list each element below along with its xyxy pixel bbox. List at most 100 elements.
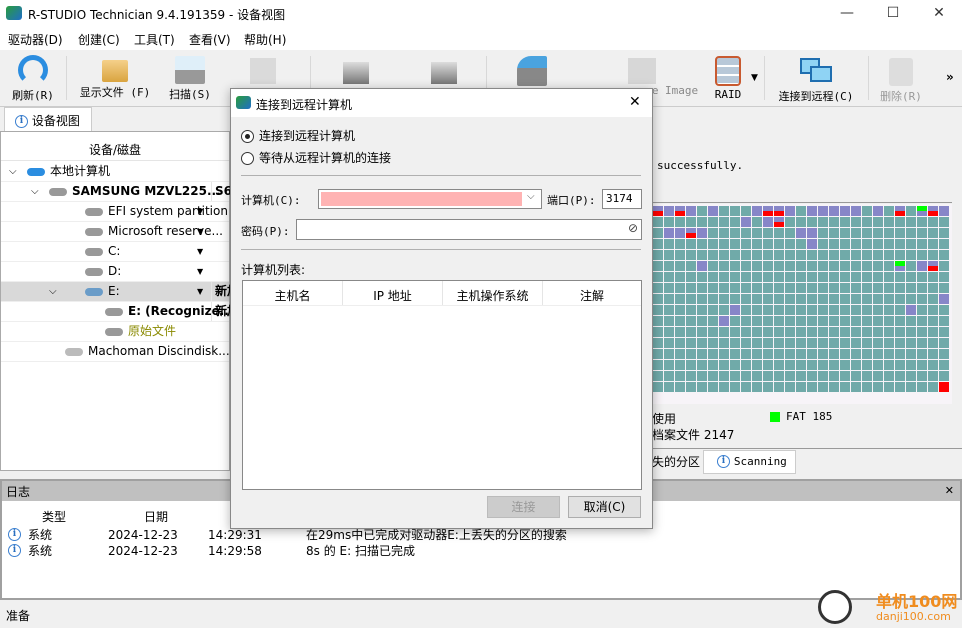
disk-map-cell[interactable]: [774, 305, 784, 315]
disk-map-cell[interactable]: [719, 316, 729, 326]
disk-map-cell[interactable]: [653, 294, 663, 304]
disk-map-cell[interactable]: [752, 305, 762, 315]
disk-map-cell[interactable]: [895, 206, 905, 216]
disk-map-cell[interactable]: [873, 349, 883, 359]
menu-view[interactable]: 查看(V): [189, 31, 231, 48]
disk-map-cell[interactable]: [906, 360, 916, 370]
chevron-down-icon[interactable]: ⌵: [527, 191, 535, 202]
disk-map-cell[interactable]: [939, 338, 949, 348]
disk-map-cell[interactable]: [928, 327, 938, 337]
disk-map-cell[interactable]: [862, 349, 872, 359]
disk-map-cell[interactable]: [697, 206, 707, 216]
disk-map-cell[interactable]: [653, 228, 663, 238]
disk-map-cell[interactable]: [675, 261, 685, 271]
log-col-date[interactable]: 日期: [144, 508, 168, 525]
disk-map-cell[interactable]: [895, 294, 905, 304]
disk-map-cell[interactable]: [653, 382, 663, 392]
disk-map-cell[interactable]: [840, 217, 850, 227]
disk-map-cell[interactable]: [884, 272, 894, 282]
disk-map-cell[interactable]: [906, 349, 916, 359]
chevron-down-icon[interactable]: ⌵: [9, 162, 17, 181]
disk-map-cell[interactable]: [774, 338, 784, 348]
disk-map-cell[interactable]: [763, 316, 773, 326]
disk-map-cell[interactable]: [851, 338, 861, 348]
disk-map-cell[interactable]: [884, 228, 894, 238]
disk-map-cell[interactable]: [873, 239, 883, 249]
scan-button[interactable]: 扫描(S): [165, 52, 215, 106]
disk-map-cell[interactable]: [785, 360, 795, 370]
disk-map-cell[interactable]: [917, 316, 927, 326]
disk-map-cell[interactable]: [818, 206, 828, 216]
disk-map-cell[interactable]: [928, 261, 938, 271]
column-ip[interactable]: IP 地址: [343, 281, 443, 305]
disk-map-cell[interactable]: [785, 206, 795, 216]
disk-map-cell[interactable]: [675, 305, 685, 315]
disk-map-cell[interactable]: [862, 305, 872, 315]
disk-map-cell[interactable]: [840, 349, 850, 359]
tree-item[interactable]: ⌵ SAMSUNG MZVL225... S6: [1, 182, 231, 202]
disk-map-cell[interactable]: [862, 272, 872, 282]
disk-map-cell[interactable]: [928, 305, 938, 315]
disk-map-cell[interactable]: [763, 327, 773, 337]
disk-map-cell[interactable]: [807, 338, 817, 348]
disk-map-cell[interactable]: [917, 239, 927, 249]
dropdown-arrow-icon[interactable]: ▼: [197, 222, 203, 241]
disk-map-cell[interactable]: [741, 261, 751, 271]
disk-map-cell[interactable]: [675, 382, 685, 392]
disk-map-cell[interactable]: [895, 250, 905, 260]
disk-map-cell[interactable]: [675, 349, 685, 359]
disk-map-cell[interactable]: [774, 316, 784, 326]
tree-item[interactable]: Machoman Discindisk...: [1, 342, 230, 362]
disk-map-cell[interactable]: [653, 283, 663, 293]
disk-map-cell[interactable]: [763, 338, 773, 348]
disk-map-cell[interactable]: [774, 371, 784, 381]
disk-map-cell[interactable]: [851, 294, 861, 304]
disk-map-cell[interactable]: [906, 305, 916, 315]
disk-map-cell[interactable]: [906, 217, 916, 227]
disk-map-cell[interactable]: [939, 371, 949, 381]
disk-map-cell[interactable]: [763, 349, 773, 359]
disk-map-cell[interactable]: [686, 250, 696, 260]
column-hostname[interactable]: 主机名: [243, 281, 343, 305]
cancel-button[interactable]: 取消(C): [568, 496, 641, 518]
disk-map-cell[interactable]: [774, 228, 784, 238]
disk-map-cell[interactable]: [873, 272, 883, 282]
disk-map-cell[interactable]: [774, 294, 784, 304]
disk-map-cell[interactable]: [807, 228, 817, 238]
disk-map-cell[interactable]: [939, 294, 949, 304]
disk-map-cell[interactable]: [796, 338, 806, 348]
disk-map-cell[interactable]: [862, 239, 872, 249]
disk-map-cell[interactable]: [917, 305, 927, 315]
tree-item[interactable]: Microsoft reserve... ▼: [1, 222, 229, 242]
disk-map-cell[interactable]: [906, 261, 916, 271]
disk-map-cell[interactable]: [851, 371, 861, 381]
disk-map-cell[interactable]: [906, 294, 916, 304]
disk-map-cell[interactable]: [796, 217, 806, 227]
disk-map-cell[interactable]: [818, 327, 828, 337]
disk-map-cell[interactable]: [906, 371, 916, 381]
disk-map-cell[interactable]: [785, 217, 795, 227]
disk-map-cell[interactable]: [829, 382, 839, 392]
disk-map-cell[interactable]: [763, 283, 773, 293]
disk-map-cell[interactable]: [862, 261, 872, 271]
disk-map-cell[interactable]: [719, 239, 729, 249]
disk-map-cell[interactable]: [675, 338, 685, 348]
connect-remote-button[interactable]: 连接到远程(C): [772, 52, 860, 106]
disk-map-cell[interactable]: [675, 316, 685, 326]
disk-map-cell[interactable]: [675, 250, 685, 260]
disk-map-cell[interactable]: [840, 283, 850, 293]
disk-map-cell[interactable]: [708, 294, 718, 304]
tree-item[interactable]: E: (Recognize...新加: [1, 302, 233, 322]
disk-map-cell[interactable]: [664, 217, 674, 227]
disk-map-cell[interactable]: [785, 239, 795, 249]
disk-map-cell[interactable]: [818, 349, 828, 359]
disk-map-cell[interactable]: [752, 272, 762, 282]
log-close-button[interactable]: ✕: [945, 484, 954, 497]
disk-map-cell[interactable]: [906, 228, 916, 238]
disk-map-cell[interactable]: [697, 316, 707, 326]
disk-map-cell[interactable]: [818, 360, 828, 370]
disk-map-cell[interactable]: [818, 239, 828, 249]
disk-map-cell[interactable]: [730, 217, 740, 227]
disk-map-cell[interactable]: [796, 371, 806, 381]
disk-map-cell[interactable]: [730, 206, 740, 216]
